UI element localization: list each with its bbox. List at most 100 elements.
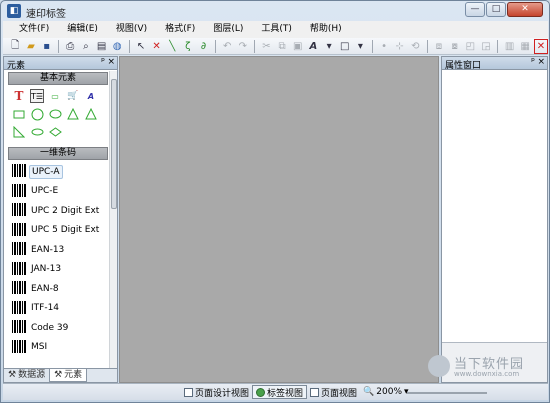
- cut-icon[interactable]: ✂: [259, 39, 274, 54]
- pin-icon[interactable]: ᵖ: [101, 57, 105, 67]
- border-dropdown-icon[interactable]: ▾: [353, 39, 368, 54]
- barcode-icon: [12, 183, 26, 199]
- menu-layer[interactable]: 图层(L): [207, 21, 249, 38]
- group-icon[interactable]: ⧈: [432, 39, 447, 54]
- toolbar-separator: [128, 39, 130, 53]
- paste-icon[interactable]: ▣: [290, 39, 305, 54]
- text-tool-icon[interactable]: T: [12, 89, 26, 103]
- maximize-button[interactable]: □: [486, 2, 506, 17]
- menu-view[interactable]: 视图(V): [110, 21, 153, 38]
- menu-help[interactable]: 帮助(H): [304, 21, 348, 38]
- list-item[interactable]: EAN-8: [4, 279, 117, 299]
- copy-icon[interactable]: ⧉: [275, 39, 290, 54]
- list-item[interactable]: UPC-E: [4, 182, 117, 202]
- rotate-icon[interactable]: ⟲: [408, 39, 423, 54]
- page-view-button[interactable]: 页面视图: [307, 385, 360, 399]
- list-item[interactable]: ITF-14: [4, 299, 117, 319]
- art-text-icon[interactable]: A: [84, 89, 98, 103]
- barcode-tool-icon[interactable]: ▭: [48, 89, 62, 103]
- panel-close-icon[interactable]: ×: [107, 57, 115, 67]
- magnifier-icon: 🔍: [363, 387, 375, 397]
- barcode-label: MSI: [31, 342, 48, 353]
- font-dropdown-icon[interactable]: ▾: [322, 39, 337, 54]
- label-view-icon: [256, 387, 266, 397]
- triangle-outline-icon[interactable]: [84, 107, 98, 121]
- grid-icon[interactable]: ▦: [518, 39, 533, 54]
- globe-icon[interactable]: ◍: [110, 39, 125, 54]
- ellipse-shape-icon[interactable]: [48, 107, 62, 121]
- toolbar-separator: [254, 39, 256, 53]
- menu-format[interactable]: 格式(F): [159, 21, 201, 38]
- tab-elements[interactable]: ⚒ 元素: [49, 369, 88, 382]
- curve-tool-icon[interactable]: ∂: [196, 39, 211, 54]
- triangle-shape-icon[interactable]: [66, 107, 80, 121]
- label-view-button[interactable]: 标签视图: [252, 385, 308, 399]
- line-tool-icon[interactable]: ╲: [165, 39, 180, 54]
- align-icon[interactable]: ⊹: [392, 39, 407, 54]
- minimize-button[interactable]: —: [465, 2, 485, 17]
- delete-icon[interactable]: ✕: [149, 39, 164, 54]
- elements-scrollbar[interactable]: [109, 71, 117, 369]
- barcode-list: UPC-A UPC-E UPC 2 Digit Ext UPC 5 Digit …: [4, 162, 117, 357]
- oval-shape-icon[interactable]: [30, 125, 44, 139]
- design-view-button[interactable]: 页面设计视图: [181, 385, 252, 399]
- circle-shape-icon[interactable]: [30, 107, 44, 121]
- zoom-slider[interactable]: [407, 392, 487, 394]
- close-button[interactable]: ✕: [507, 2, 543, 17]
- font-icon[interactable]: A: [306, 39, 321, 54]
- lock-icon[interactable]: ▥: [502, 39, 517, 54]
- list-item[interactable]: JAN-13: [4, 260, 117, 280]
- barcode-group-header[interactable]: 一维条码: [8, 147, 108, 160]
- list-item[interactable]: EAN-13: [4, 240, 117, 260]
- zigzag-tool-icon[interactable]: ζ: [181, 39, 196, 54]
- redo-icon[interactable]: ↷: [235, 39, 250, 54]
- barcode-icon: [12, 242, 26, 258]
- diamond-shape-icon[interactable]: [48, 125, 62, 139]
- save-icon[interactable]: ▪: [39, 39, 54, 54]
- menu-file[interactable]: 文件(F): [13, 21, 55, 38]
- new-file-icon[interactable]: 🗋: [8, 39, 23, 54]
- close-document-icon[interactable]: ✕: [533, 38, 549, 54]
- select-arrow-icon[interactable]: ↖: [134, 39, 149, 54]
- design-canvas[interactable]: [119, 56, 439, 383]
- text-box-tool-icon[interactable]: T☰: [30, 89, 44, 103]
- list-item[interactable]: UPC 2 Digit Ext: [4, 201, 117, 221]
- list-item[interactable]: MSI: [4, 338, 117, 358]
- list-item[interactable]: Code 39: [4, 318, 117, 338]
- toolbar-separator: [426, 39, 428, 53]
- cart-icon[interactable]: 🛒: [66, 89, 80, 103]
- properties-panel-header: 属性窗口 ᵖ ×: [442, 57, 547, 71]
- pin-icon[interactable]: ᵖ: [531, 57, 535, 67]
- print-preview-icon[interactable]: ⌕: [79, 39, 94, 54]
- right-triangle-icon[interactable]: [12, 125, 26, 139]
- zoom-control[interactable]: 🔍200%▾: [360, 385, 411, 399]
- barcode-icon: [12, 203, 26, 219]
- basic-elements-header[interactable]: 基本元素: [8, 72, 108, 85]
- scrollbar-thumb[interactable]: [111, 79, 117, 209]
- app-icon: ◧: [7, 4, 21, 18]
- panel-close-icon[interactable]: ×: [537, 57, 545, 67]
- send-back-icon[interactable]: ◲: [479, 39, 494, 54]
- menu-tools[interactable]: 工具(T): [255, 21, 298, 38]
- rectangle-shape-icon[interactable]: [12, 107, 26, 121]
- print-icon[interactable]: ⎙: [63, 39, 78, 54]
- border-color-icon[interactable]: □: [337, 39, 352, 54]
- elements-panel-title: 元素: [7, 61, 26, 71]
- bring-front-icon[interactable]: ◰: [463, 39, 478, 54]
- menu-edit[interactable]: 编辑(E): [61, 21, 104, 38]
- barcode-icon: [12, 281, 26, 297]
- watermark-url: www.downxia.com: [454, 370, 520, 378]
- tools-icon: ⚒: [8, 370, 17, 380]
- ungroup-icon[interactable]: ⧇: [447, 39, 462, 54]
- list-item[interactable]: UPC 5 Digit Ext: [4, 221, 117, 241]
- undo-icon[interactable]: ↶: [220, 39, 235, 54]
- list-item[interactable]: UPC-A: [4, 162, 117, 182]
- line-style-icon[interactable]: •: [377, 39, 392, 54]
- properties-panel-title: 属性窗口: [445, 61, 482, 71]
- barcode-label: EAN-13: [31, 244, 65, 255]
- status-bar: 页面设计视图 标签视图 页面视图 🔍200%▾: [3, 383, 548, 400]
- tab-datasource[interactable]: ⚒ 数据源: [4, 369, 49, 382]
- database-icon[interactable]: ▤: [94, 39, 109, 54]
- barcode-icon: [12, 164, 26, 180]
- open-folder-icon[interactable]: ▰: [24, 39, 39, 54]
